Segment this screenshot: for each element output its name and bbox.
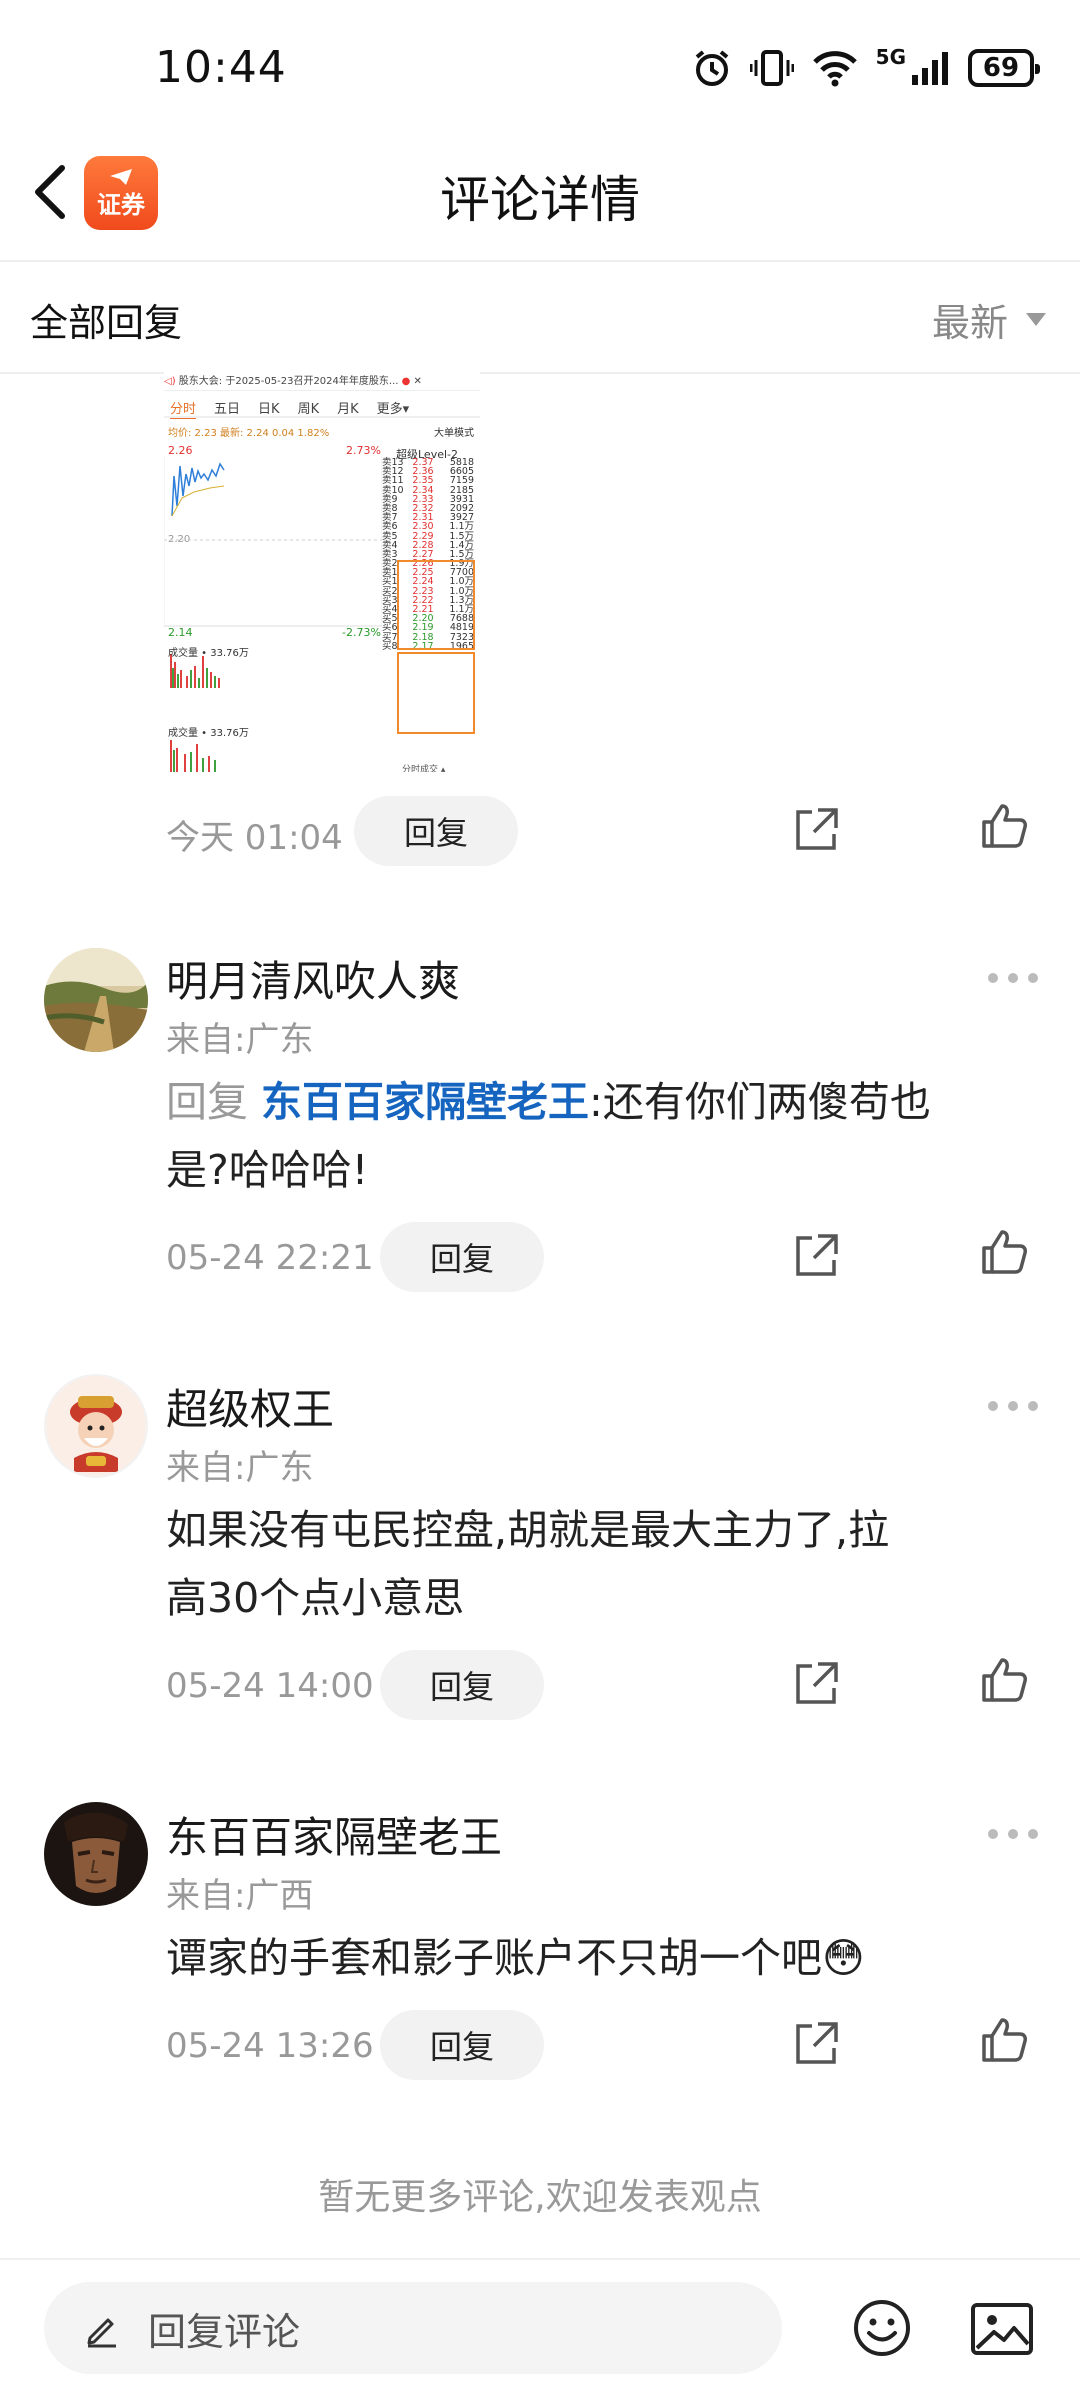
all-replies-label: 全部回复 bbox=[30, 301, 183, 345]
image-footer: 分时成交 ▴ bbox=[402, 765, 446, 772]
share-icon[interactable] bbox=[790, 1230, 842, 1282]
share-icon[interactable] bbox=[790, 804, 842, 856]
comment-time: 05-24 13:26 bbox=[166, 2026, 374, 2066]
header-divider bbox=[0, 260, 1080, 262]
like-icon[interactable] bbox=[978, 800, 1030, 852]
more-options-icon[interactable] bbox=[988, 1824, 1048, 1844]
share-icon[interactable] bbox=[790, 1658, 842, 1710]
post-image-stock-chart[interactable]: ◁) 股东大会: 于2025-05-23召开2024年年度股东... ● ✕ 分… bbox=[164, 372, 480, 772]
comment-location: 来自:广东 bbox=[166, 1448, 314, 1488]
avatar-cartoon-image bbox=[70, 1396, 122, 1472]
page-title: 评论详情 bbox=[440, 171, 640, 229]
comment-text-line1: 如果没有屯民控盘,胡就是最大主力了,拉 bbox=[166, 1506, 890, 1554]
comment-text-line2: 是?哈哈哈! bbox=[166, 1146, 369, 1194]
pencil-icon bbox=[87, 2318, 116, 2348]
avatar[interactable] bbox=[44, 1802, 148, 1906]
comment-time: 05-24 14:00 bbox=[166, 1666, 374, 1706]
image-mode: 大单模式 bbox=[434, 428, 474, 439]
comment-text-line1: 谭家的手套和影子账户不只胡一个吧 bbox=[166, 1934, 822, 1982]
like-icon[interactable] bbox=[978, 1226, 1030, 1278]
image-stats: 均价: 2.23 最新: 2.24 0.04 1.82% bbox=[168, 428, 330, 439]
highlight-box-asks bbox=[397, 560, 475, 650]
image-icon[interactable] bbox=[970, 2300, 1034, 2358]
reply-button[interactable]: 回复 bbox=[380, 2010, 544, 2080]
comment-username[interactable]: 超级权王 bbox=[166, 1376, 334, 1437]
image-volume-label: 成交量 • 33.76万 bbox=[168, 648, 249, 659]
alarm-icon bbox=[695, 50, 728, 86]
battery-icon: 69 bbox=[968, 49, 1040, 87]
like-icon[interactable] bbox=[978, 1654, 1030, 1706]
reply-target-link[interactable]: 东百百家隔壁老王 bbox=[261, 1078, 589, 1126]
comment-location: 来自:广西 bbox=[166, 1876, 314, 1916]
vibrate-icon bbox=[749, 50, 794, 86]
post-time: 今天 01:04 bbox=[166, 818, 343, 858]
comment-username[interactable]: 明月清风吹人爽 bbox=[166, 948, 460, 1009]
battery-level: 69 bbox=[982, 53, 1020, 83]
volume-bars-lower bbox=[170, 740, 216, 772]
emoji-icon[interactable] bbox=[852, 2298, 912, 2358]
comment-content: 谭家的手套和影子账户不只胡一个吧😳 bbox=[166, 1924, 1046, 1992]
status-time: 10:44 bbox=[155, 42, 287, 93]
signal-icon bbox=[912, 52, 948, 85]
image-title: 股东大会: 于2025-05-23召开2024年年度股东... bbox=[178, 376, 399, 387]
reply-button[interactable]: 回复 bbox=[354, 796, 518, 866]
comment-time: 05-24 22:21 bbox=[166, 1238, 374, 1278]
comment-username[interactable]: 东百百家隔壁老王 bbox=[166, 1804, 502, 1865]
more-options-icon[interactable] bbox=[988, 1396, 1048, 1416]
sort-divider bbox=[0, 372, 1080, 374]
more-options-icon[interactable] bbox=[988, 968, 1048, 988]
comment-text-line2: 高30个点小意思 bbox=[166, 1574, 465, 1622]
avatar[interactable] bbox=[44, 948, 148, 1052]
avatar-landscape-image bbox=[44, 948, 148, 1052]
reply-button[interactable]: 回复 bbox=[380, 1222, 544, 1292]
reply-comment-input[interactable]: 回复评论 bbox=[44, 2282, 782, 2374]
reply-prefix: 回复 bbox=[166, 1078, 248, 1126]
sort-option: 最新 bbox=[931, 301, 1008, 345]
comment-location: 来自:广东 bbox=[166, 1020, 314, 1060]
comment-content: 如果没有屯民控盘,胡就是最大主力了,拉 高30个点小意思 bbox=[166, 1496, 1046, 1632]
avatar-portrait-image bbox=[44, 1802, 148, 1906]
network-type: 5G bbox=[875, 45, 906, 69]
avatar[interactable] bbox=[44, 1374, 148, 1478]
share-icon[interactable] bbox=[790, 2018, 842, 2070]
like-icon[interactable] bbox=[978, 2014, 1030, 2066]
reply-button[interactable]: 回复 bbox=[380, 1650, 544, 1720]
flushed-face-emoji: 😳 bbox=[822, 1934, 865, 1982]
status-icons: 5G 69 bbox=[692, 45, 1040, 88]
wifi-icon bbox=[812, 51, 857, 87]
sort-dropdown[interactable]: 最新 bbox=[932, 292, 1046, 347]
comment-text-line1: :还有你们两傻苟也 bbox=[589, 1078, 931, 1126]
no-more-comments-note: 暂无更多评论,欢迎发表观点 bbox=[318, 2177, 762, 2218]
reply-comment-placeholder: 回复评论 bbox=[148, 2309, 301, 2354]
comment-content: 回复 东百百家隔壁老王:还有你们两傻苟也 是?哈哈哈! bbox=[166, 1068, 1046, 1204]
highlight-box-bids bbox=[397, 652, 475, 734]
caret-down-icon bbox=[1026, 313, 1046, 326]
